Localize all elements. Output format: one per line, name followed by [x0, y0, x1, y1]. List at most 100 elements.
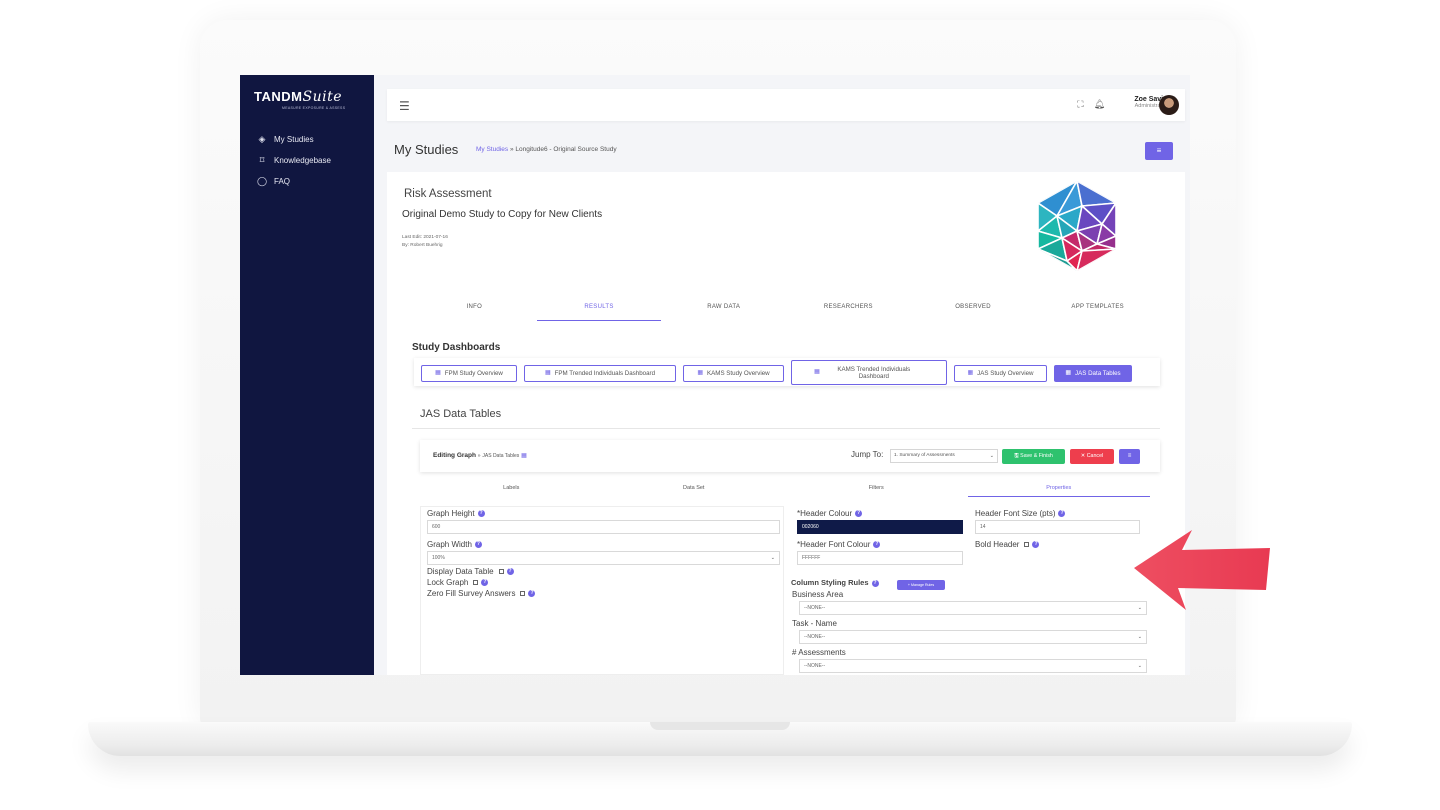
study-meta: Last Edit: 2021-07-16 By: Robert Buehrig — [402, 235, 448, 248]
dashboard-button-active[interactable]: ▦ JAS Data Tables — [1054, 365, 1132, 382]
grid-icon: ▦ — [697, 370, 704, 376]
graph-width-label: Graph Width? — [427, 540, 482, 549]
manage-rules-button[interactable]: + Manage Rules — [897, 580, 945, 590]
help-icon: ? — [873, 541, 881, 549]
dashboard-button[interactable]: ▦ FPM Study Overview — [421, 365, 517, 382]
app-logo[interactable]: TANDMSuite — [254, 89, 342, 105]
user-role: Administrator — [1134, 103, 1167, 109]
task-name-label: Task - Name — [792, 619, 837, 628]
tab-observed[interactable]: OBSERVED — [911, 301, 1036, 321]
section-title: JAS Data Tables — [420, 408, 502, 420]
dashboard-button[interactable]: ▦ KAMS Study Overview — [683, 365, 784, 382]
sidebar-item-faq[interactable]: ◯ FAQ — [256, 171, 331, 192]
header-font-colour-label: *Header Font Colour? — [797, 540, 881, 549]
sidebar: TANDMSuite MEASURE EXPOSURE & ASSESS ◈ M… — [240, 75, 374, 675]
save-finish-button[interactable]: 🖫︎ Save & Finish — [1002, 449, 1065, 464]
user-name: Zoe Savic — [1134, 96, 1167, 103]
cancel-button[interactable]: ✕ Cancel — [1070, 449, 1114, 464]
tab-data-set[interactable]: Data Set — [603, 483, 786, 497]
tab-raw-data[interactable]: RAW DATA — [661, 301, 786, 321]
header-font-colour-input[interactable]: FFFFFF — [797, 551, 963, 565]
help-icon: ? — [474, 541, 482, 549]
pointer-arrow-icon — [1134, 530, 1270, 610]
fullscreen-icon[interactable]: ⛶ — [1077, 99, 1083, 110]
tab-labels[interactable]: Labels — [420, 483, 603, 497]
dashboard-button[interactable]: ▦ JAS Study Overview — [954, 365, 1047, 382]
bold-header-label[interactable]: Bold Header? — [975, 540, 1040, 549]
header-font-size-label: Header Font Size (pts)? — [975, 509, 1066, 518]
edit-bar: Editing Graph » JAS Data Tables ▦ Jump T… — [420, 440, 1160, 472]
help-icon: ? — [481, 579, 489, 587]
chevron-down-icon: ⌄ — [989, 453, 994, 459]
avatar[interactable] — [1159, 95, 1179, 115]
graph-height-input[interactable]: 600 — [427, 520, 780, 534]
checkbox — [473, 580, 479, 586]
assessments-label: # Assessments — [792, 648, 846, 657]
graph-width-select[interactable]: 100% ⌄ — [427, 551, 780, 565]
graph-height-label: Graph Height? — [427, 509, 485, 518]
help-icon: ? — [855, 510, 863, 518]
laptop-notch — [650, 722, 790, 730]
jump-label: Jump To: — [851, 450, 884, 459]
grid-icon: ▦ — [435, 370, 441, 376]
help-icon: ? — [506, 568, 514, 576]
dashboards-title: Study Dashboards — [412, 342, 501, 353]
tab-filters[interactable]: Filters — [785, 483, 968, 497]
checkbox — [1024, 542, 1030, 548]
help-icon: ? — [477, 510, 485, 518]
sidebar-nav: ◈ My Studies ⌑ Knowledgebase ◯ FAQ — [256, 129, 331, 192]
breadcrumb-current: Longitude6 - Original Source Study — [515, 146, 617, 153]
divider — [412, 428, 1160, 429]
chevron-down-icon: ⌄ — [770, 555, 775, 561]
user-info[interactable]: Zoe Savic Administrator — [1087, 96, 1167, 109]
tab-app-templates[interactable]: APP TEMPLATES — [1035, 301, 1160, 321]
study-hex-logo — [1038, 181, 1116, 271]
checkbox — [498, 569, 504, 575]
more-button[interactable]: ≡ — [1119, 449, 1140, 464]
grid-icon: ▦ — [1065, 370, 1072, 376]
chat-bubble-icon: ◯ — [256, 176, 268, 186]
display-data-table-label[interactable]: Display Data Table? — [427, 567, 514, 576]
tab-researchers[interactable]: RESEARCHERS — [786, 301, 911, 321]
help-icon: ? — [1058, 510, 1066, 518]
tab-results[interactable]: RESULTS — [536, 301, 662, 321]
sidebar-item-knowledgebase[interactable]: ⌑ Knowledgebase — [256, 150, 331, 171]
grid-icon: ▦ — [544, 370, 551, 376]
logo-tagline: MEASURE EXPOSURE & ASSESS — [282, 106, 346, 110]
sidebar-item-label: Knowledgebase — [274, 156, 331, 165]
dashboard-button[interactable]: ▦ KAMS Trended Individuals Dashboard — [791, 360, 947, 385]
tab-properties[interactable]: Properties — [967, 483, 1150, 497]
assessments-select[interactable]: --NONE-- ⌄ — [799, 659, 1147, 673]
sidebar-item-label: My Studies — [274, 135, 314, 144]
dashboard-button[interactable]: ▦ FPM Trended Individuals Dashboard — [524, 365, 676, 382]
header-font-size-input[interactable]: 14 — [975, 520, 1140, 534]
page-menu-button[interactable]: ≡ — [1145, 142, 1173, 160]
grid-icon: ▦ — [967, 370, 974, 376]
header-colour-label: *Header Colour? — [797, 509, 863, 518]
help-icon: ? — [1032, 541, 1040, 549]
checkbox — [520, 591, 526, 597]
help-icon: ? — [528, 590, 536, 598]
sidebar-item-my-studies[interactable]: ◈ My Studies — [256, 129, 331, 150]
editor-tabs: Labels Data Set Filters Properties — [420, 483, 1150, 497]
help-icon: ? — [871, 579, 879, 587]
lock-graph-label[interactable]: Lock Graph? — [427, 578, 489, 587]
study-name: Original Demo Study to Copy for New Clie… — [402, 209, 603, 220]
jump-select[interactable]: 1. Summary of Assessments ⌄ — [890, 449, 998, 463]
grid-icon: ▦ — [521, 453, 527, 459]
chevron-down-icon: ⌄ — [1137, 634, 1142, 640]
zero-fill-label[interactable]: Zero Fill Survey Answers? — [427, 589, 536, 598]
study-tabs: INFO RESULTS RAW DATA RESEARCHERS OBSERV… — [412, 301, 1160, 321]
hamburger-icon[interactable]: ☰ — [399, 99, 410, 113]
tab-info[interactable]: INFO — [412, 301, 537, 321]
header-colour-input[interactable]: 002060 — [797, 520, 963, 534]
business-area-select[interactable]: --NONE-- ⌄ — [799, 601, 1147, 615]
layers-icon: ◈ — [258, 134, 266, 144]
breadcrumb-link[interactable]: My Studies — [476, 146, 508, 153]
column-styling-label: Column Styling Rules? — [791, 578, 879, 587]
grid-icon: ▦ — [814, 369, 820, 375]
stage: TANDMSuite MEASURE EXPOSURE & ASSESS ◈ M… — [0, 0, 1440, 810]
task-name-select[interactable]: --NONE-- ⌄ — [799, 630, 1147, 644]
business-area-label: Business Area — [792, 590, 844, 599]
topbar: ☰ ⛶ 🔔︎ Zoe Savic Administrator — [387, 89, 1185, 121]
